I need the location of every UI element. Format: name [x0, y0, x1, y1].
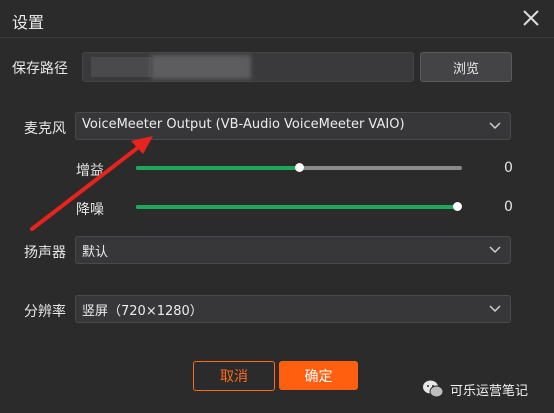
noise-reduction-label: 降噪: [76, 202, 104, 218]
cancel-button[interactable]: 取消: [193, 361, 275, 391]
speaker-selected: 默认: [82, 245, 109, 260]
settings-dialog: 设置 保存路径 浏览 麦克风 VoiceMeeter Output (VB-Au…: [0, 0, 554, 413]
noise-reduction-value: 0: [504, 199, 513, 215]
microphone-label: 麦克风: [24, 121, 66, 137]
noise-reduction-slider-knob[interactable]: [453, 202, 462, 211]
resolution-select[interactable]: 竖屏（720×1280）: [75, 295, 511, 323]
gain-value: 0: [504, 160, 513, 176]
resolution-selected: 竖屏（720×1280）: [82, 304, 203, 319]
gain-label: 增益: [76, 163, 104, 179]
browse-button[interactable]: 浏览: [420, 52, 512, 82]
gain-slider[interactable]: [136, 163, 462, 172]
chevron-down-icon: [489, 122, 501, 130]
speaker-select[interactable]: 默认: [75, 236, 511, 264]
microphone-select[interactable]: VoiceMeeter Output (VB-Audio VoiceMeeter…: [75, 112, 511, 140]
dialog-title: 设置: [12, 13, 45, 32]
redacted-path-blur: [151, 55, 251, 79]
wechat-icon: [423, 380, 444, 398]
watermark: 可乐运营笔记: [422, 378, 528, 400]
chevron-down-icon: [489, 246, 501, 254]
watermark-text: 可乐运营笔记: [450, 383, 529, 399]
speaker-label: 扬声器: [24, 245, 66, 261]
gain-slider-fill: [136, 166, 299, 170]
gain-slider-knob[interactable]: [295, 163, 304, 172]
confirm-button[interactable]: 确定: [279, 361, 358, 390]
close-icon[interactable]: [519, 6, 543, 30]
microphone-selected: VoiceMeeter Output (VB-Audio VoiceMeeter…: [82, 117, 405, 132]
title-divider: [0, 37, 554, 38]
resolution-label: 分辨率: [24, 304, 66, 320]
redacted-path: [91, 57, 151, 77]
save-path-input[interactable]: [82, 52, 414, 82]
noise-reduction-slider-fill: [136, 205, 458, 209]
noise-reduction-slider[interactable]: [136, 202, 462, 211]
chevron-down-icon: [489, 305, 501, 313]
save-path-label: 保存路径: [12, 61, 68, 77]
